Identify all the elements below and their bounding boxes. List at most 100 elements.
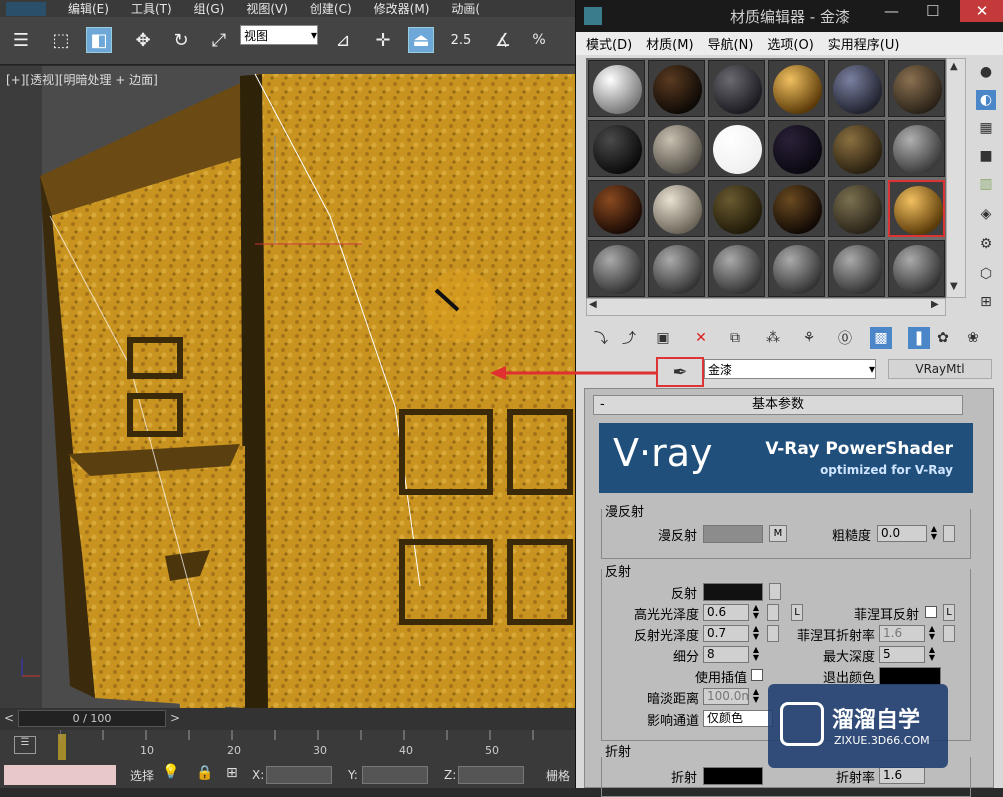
material-sample-slot[interactable] xyxy=(588,240,645,297)
rect-select-icon[interactable]: ⬚ xyxy=(48,27,74,53)
material-name-field[interactable]: 金漆 ▾ xyxy=(704,359,876,379)
menu-material[interactable]: 材质(M) xyxy=(646,34,693,53)
material-sample-slot[interactable] xyxy=(768,180,825,237)
material-sample-slot[interactable] xyxy=(828,120,885,177)
material-sample-slot[interactable] xyxy=(768,60,825,117)
scroll-down-icon[interactable]: ▼ xyxy=(950,281,958,292)
use-interpolation-checkbox[interactable] xyxy=(751,669,763,681)
time-next-button[interactable]: > xyxy=(170,711,180,725)
put-to-scene-icon[interactable]: ⤴ xyxy=(618,327,640,349)
make-preview-icon[interactable]: ◈ xyxy=(976,204,996,224)
spinner-arrows-icon[interactable]: ▲ ▼ xyxy=(927,646,937,663)
spinner-arrows-icon[interactable]: ▲ ▼ xyxy=(751,646,761,663)
ior-spinner[interactable]: 1.6 xyxy=(879,767,925,784)
pivot-icon[interactable]: ⊿ xyxy=(330,27,356,53)
material-sample-slot[interactable] xyxy=(888,120,945,177)
menu-modes[interactable]: 模式(D) xyxy=(586,34,632,53)
time-slider[interactable]: 0 / 100 xyxy=(18,710,166,727)
material-sample-slot[interactable] xyxy=(708,240,765,297)
y-coordinate-field[interactable] xyxy=(362,766,428,784)
material-sample-slot[interactable] xyxy=(888,240,945,297)
copy-material-icon[interactable]: ⧉ xyxy=(724,327,746,349)
spinner-arrows-icon[interactable]: ▲ ▼ xyxy=(927,625,937,642)
isolate-icon[interactable]: 💡 xyxy=(162,764,184,784)
spinner-arrows-icon[interactable]: ▲ ▼ xyxy=(751,604,761,621)
material-sample-slot[interactable] xyxy=(588,180,645,237)
scroll-up-icon[interactable]: ▲ xyxy=(950,61,958,72)
material-sample-slot[interactable] xyxy=(828,240,885,297)
assign-to-selection-icon[interactable]: ▣ xyxy=(652,327,674,349)
options-icon[interactable]: ⚙ xyxy=(976,234,996,254)
material-navigator-icon[interactable]: ⊞ xyxy=(976,292,996,312)
scale-icon[interactable]: ⤢ xyxy=(206,27,232,53)
roughness-spinner[interactable]: 0.0 xyxy=(877,525,927,542)
rotate-icon[interactable]: ↻ xyxy=(168,27,194,53)
material-sample-slot[interactable] xyxy=(708,120,765,177)
x-coordinate-field[interactable] xyxy=(266,766,332,784)
fresnel-checkbox[interactable] xyxy=(925,606,937,618)
material-sample-slot[interactable] xyxy=(888,60,945,117)
fresnel-lock-button[interactable]: L xyxy=(943,604,955,621)
menu-edit[interactable]: 编辑(E) xyxy=(68,0,109,17)
video-color-check-icon[interactable]: ▥ xyxy=(976,174,996,194)
menu-modifiers[interactable]: 修改器(M) xyxy=(374,0,430,17)
select-manipulate-icon[interactable]: ✛ xyxy=(370,27,396,53)
fresnel-ior-spinner[interactable]: 1.6 xyxy=(879,625,925,642)
select-list-icon[interactable]: ☰ xyxy=(8,27,34,53)
reference-coord-select[interactable]: 视图 ▾ xyxy=(240,25,318,45)
hilight-lock-button[interactable]: L xyxy=(791,604,803,621)
go-to-parent-icon[interactable]: ✿ xyxy=(932,327,954,349)
angle-snap-icon[interactable]: ∡ xyxy=(490,27,516,53)
maximize-icon[interactable]: ☐ xyxy=(926,2,939,20)
menu-group[interactable]: 组(G) xyxy=(194,0,225,17)
scroll-right-icon[interactable]: ▶ xyxy=(931,299,939,310)
time-prev-button[interactable]: < xyxy=(4,711,14,725)
track-bar[interactable]: ☰ 10 20 30 40 50 xyxy=(0,730,575,762)
spinner-arrows-icon[interactable]: ▲ ▼ xyxy=(751,625,761,642)
material-sample-slot[interactable] xyxy=(588,120,645,177)
sample-type-icon[interactable]: ● xyxy=(976,62,996,82)
exit-color-swatch[interactable] xyxy=(879,667,941,685)
reflect-color-swatch[interactable] xyxy=(703,583,763,601)
basic-params-rollout-header[interactable]: - 基本参数 xyxy=(593,395,963,415)
material-sample-slot[interactable] xyxy=(888,180,945,237)
spinner-arrows-icon[interactable]: ▲ ▼ xyxy=(751,688,761,705)
reflect-map-button[interactable] xyxy=(769,583,781,600)
slots-horizontal-scrollbar[interactable]: ◀ ▶ xyxy=(586,298,946,316)
move-icon[interactable]: ✥ xyxy=(130,27,156,53)
maxscript-listener[interactable] xyxy=(4,765,116,785)
max-depth-spinner[interactable]: 5 xyxy=(879,646,925,663)
z-coordinate-field[interactable] xyxy=(458,766,524,784)
window-crossing-icon[interactable]: ◧ xyxy=(86,27,112,53)
menu-view[interactable]: 视图(V) xyxy=(246,0,288,17)
background-icon[interactable]: ▦ xyxy=(976,118,996,138)
get-material-icon[interactable]: ⤵ xyxy=(590,327,612,349)
material-sample-slot[interactable] xyxy=(828,180,885,237)
go-forward-sibling-icon[interactable]: ❀ xyxy=(962,327,984,349)
menu-tools[interactable]: 工具(T) xyxy=(131,0,172,17)
material-sample-slot[interactable] xyxy=(708,180,765,237)
hilight-gloss-spinner[interactable]: 0.6 xyxy=(703,604,749,621)
material-sample-slot[interactable] xyxy=(708,60,765,117)
material-sample-slot[interactable] xyxy=(588,60,645,117)
material-sample-slot[interactable] xyxy=(648,180,705,237)
pick-material-from-object-button[interactable]: ✒ xyxy=(656,357,704,387)
uv-tiling-icon[interactable]: ■ xyxy=(976,146,996,166)
menu-navigation[interactable]: 导航(N) xyxy=(708,34,754,53)
material-sample-slot[interactable] xyxy=(768,120,825,177)
material-sample-slot[interactable] xyxy=(768,240,825,297)
affect-channels-select[interactable]: 仅颜色 xyxy=(703,710,773,727)
refract-color-swatch[interactable] xyxy=(703,767,763,785)
show-end-result-icon[interactable]: ❚ xyxy=(908,327,930,349)
menu-create[interactable]: 创建(C) xyxy=(310,0,352,17)
minimize-icon[interactable]: — xyxy=(884,2,899,20)
snap-toggle-icon[interactable]: 2.5 xyxy=(448,27,474,53)
roughness-map-button[interactable] xyxy=(943,525,955,542)
app-logo[interactable] xyxy=(6,1,46,16)
put-to-library-icon[interactable]: ⚘ xyxy=(798,327,820,349)
viewport-label[interactable]: [+][透视][明暗处理 + 边面] xyxy=(6,71,158,88)
material-sample-slot[interactable] xyxy=(648,120,705,177)
menu-animation[interactable]: 动画( xyxy=(451,0,480,17)
lock-icon[interactable]: 🔒 xyxy=(196,765,213,781)
absolute-mode-icon[interactable]: ⊞ xyxy=(226,765,238,781)
